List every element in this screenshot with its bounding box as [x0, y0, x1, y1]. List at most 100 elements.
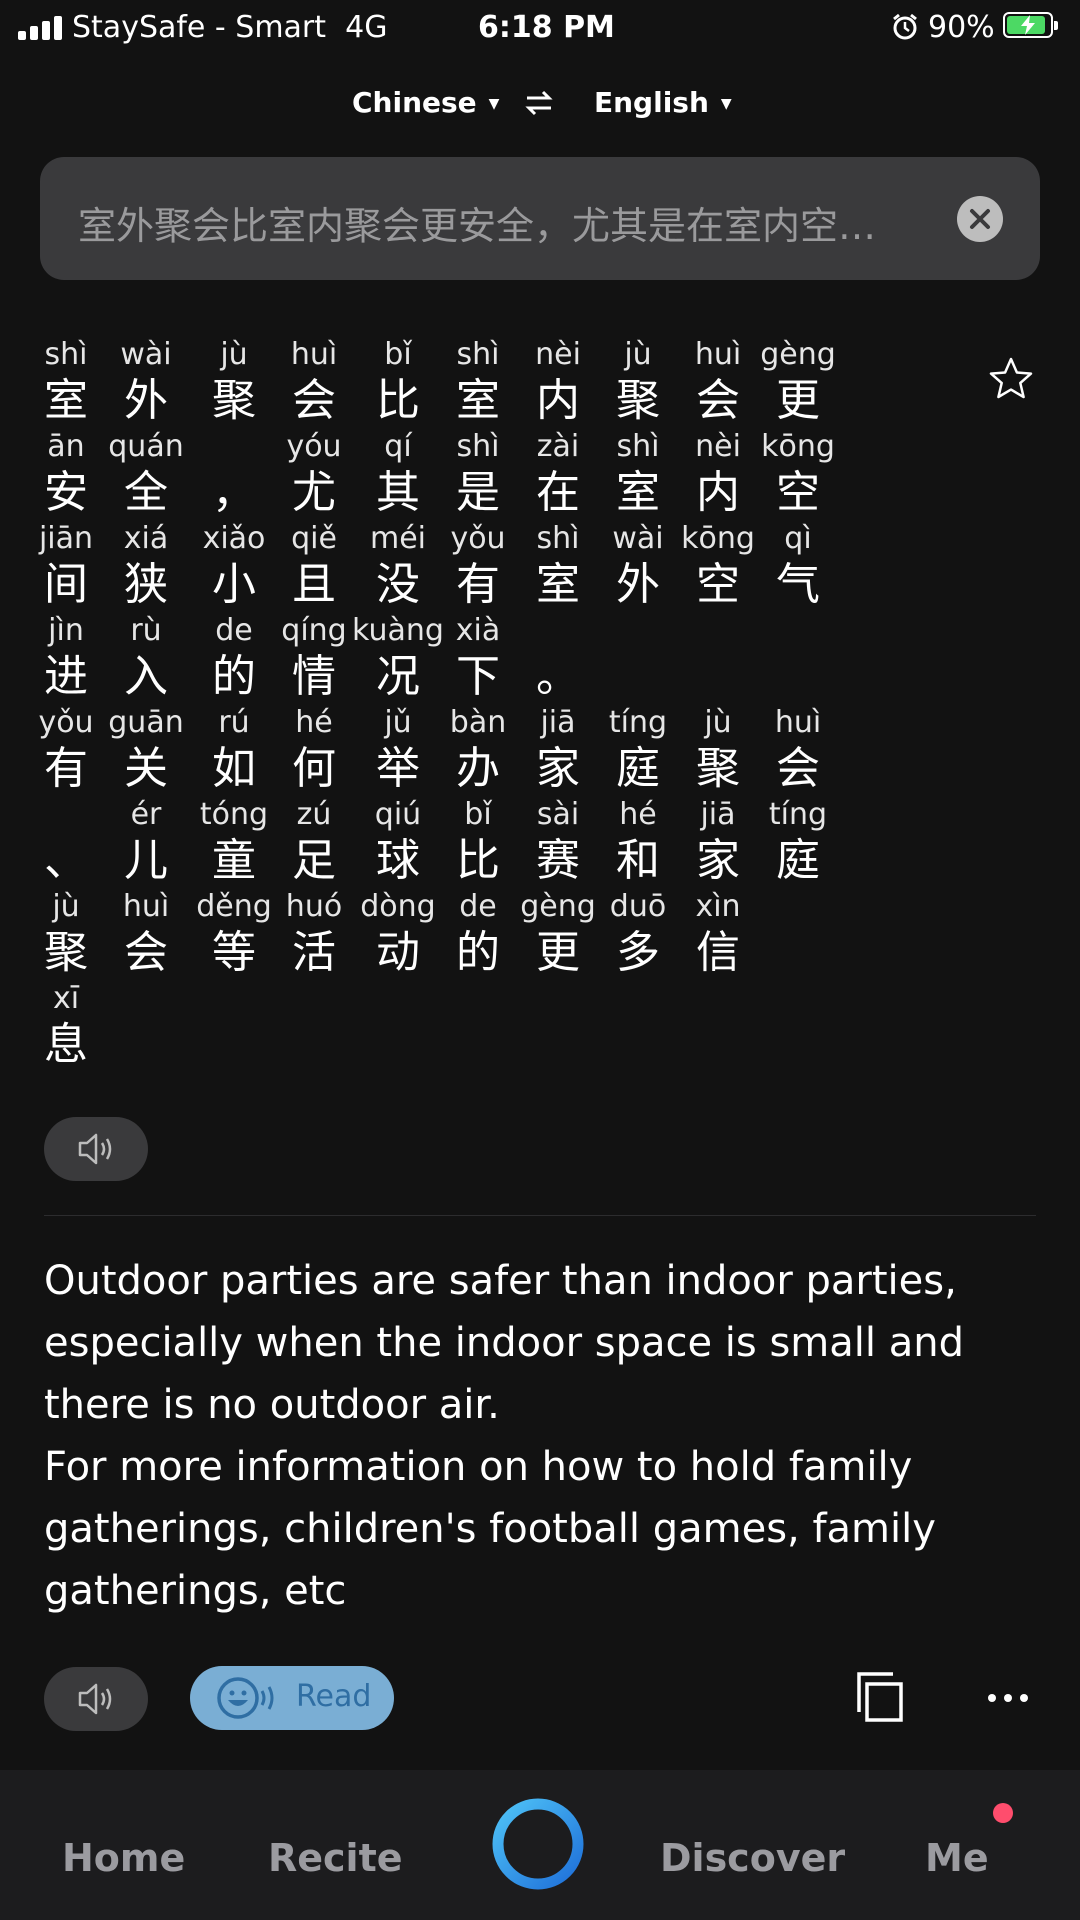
pinyin-syllable: bàn	[449, 705, 507, 740]
pinyin-syllable: shì	[456, 337, 500, 372]
tab-me[interactable]: Me	[925, 1836, 989, 1880]
pinyin-syllable: jù	[704, 705, 732, 740]
chinese-character: 更	[776, 375, 820, 426]
pinyin-syllable: bǐ	[464, 797, 492, 832]
pinyin-syllable: qí	[384, 429, 412, 464]
pinyin-line: shì 室 wài 外 jù 聚 huì 会 bǐ 比 shì 室 nèi 内 jù 聚 huì 会 gèng 更	[0, 340, 1080, 432]
pinyin-syllable: dòng	[360, 889, 436, 924]
pinyin-syllable: tóng	[199, 797, 269, 832]
pinyin-syllable: jìn	[48, 613, 84, 648]
pinyin-syllable: shì	[616, 429, 660, 464]
pinyin-syllable: jǔ	[384, 705, 412, 740]
pinyin-syllable: nèi	[695, 429, 741, 464]
pinyin-syllable: qíng	[281, 613, 347, 648]
source-language-label: Chinese	[352, 86, 477, 119]
charging-bolt-icon	[1021, 15, 1035, 35]
carrier-name: StaySafe - Smart 4G	[72, 10, 388, 45]
pinyin-line: ān 安 quán 全， yóu 尤 qí 其 shì 是 zài 在 shì 室 nèi 内 kōng 空	[0, 432, 1080, 524]
chinese-character: 童	[212, 835, 256, 886]
pinyin-syllable: shì	[456, 429, 500, 464]
pinyin-syllable: kuàng	[352, 613, 444, 648]
chinese-character: 室	[44, 375, 88, 426]
chinese-character: 。	[536, 651, 580, 702]
play-translation-audio-button[interactable]	[44, 1667, 148, 1731]
notification-badge	[993, 1803, 1013, 1823]
pinyin-syllable: wài	[120, 337, 172, 372]
chinese-character: 球	[376, 835, 420, 886]
chinese-character: 进	[44, 651, 88, 702]
pinyin-syllable: bǐ	[384, 337, 412, 372]
play-source-audio-button[interactable]	[44, 1117, 148, 1181]
chinese-character: 会	[292, 375, 336, 426]
swap-languages-icon[interactable]	[524, 88, 554, 118]
alarm-icon	[893, 13, 917, 40]
source-text-input[interactable]: 室外聚会比室内聚会更安全，尤其是在室内空…	[40, 157, 1040, 280]
chinese-character: 下	[456, 651, 500, 702]
read-aloud-button[interactable]: Read	[190, 1666, 394, 1730]
chinese-character: 且	[292, 559, 336, 610]
chinese-character: 室	[536, 559, 580, 610]
translation-result: Outdoor parties are safer than indoor pa…	[44, 1250, 1034, 1622]
translation-paragraph: Outdoor parties are safer than indoor pa…	[44, 1258, 964, 1428]
caret-down-icon: ▼	[720, 96, 732, 112]
pinyin-syllable: ér	[130, 797, 162, 832]
pinyin-syllable: jù	[52, 889, 80, 924]
voice-assistant-button[interactable]	[488, 1794, 588, 1894]
chinese-character: 入	[124, 651, 168, 702]
chinese-character: 举	[376, 743, 420, 794]
network-type: 4G	[345, 10, 388, 45]
pinyin-syllable: de	[215, 613, 253, 648]
chinese-character: 聚	[616, 375, 660, 426]
target-language-dropdown[interactable]: English ▼	[594, 86, 732, 119]
status-time: 6:18 PM	[478, 10, 615, 45]
pinyin-syllable: hé	[619, 797, 657, 832]
pinyin-line: jù 聚 huì 会 děng 等 huó 活 dòng 动 de 的 gèng 更 duō 多 xìn 信	[0, 892, 1080, 984]
pinyin-syllable: huì	[774, 705, 822, 740]
pinyin-syllable: huì	[694, 337, 742, 372]
chinese-character: 聚	[696, 743, 740, 794]
pinyin-syllable: kōng	[761, 429, 835, 464]
source-language-dropdown[interactable]: Chinese ▼	[352, 86, 499, 119]
chinese-character: 内	[696, 467, 740, 518]
caret-down-icon: ▼	[488, 96, 500, 112]
read-face-icon	[217, 1677, 274, 1719]
divider	[44, 1215, 1036, 1216]
chinese-character: 室	[616, 467, 660, 518]
more-options-icon[interactable]	[985, 1680, 1031, 1716]
pinyin-syllable: gèng	[760, 337, 836, 372]
pinyin-syllable: jù	[624, 337, 652, 372]
chinese-character: 、	[44, 835, 88, 886]
pinyin-syllable: xià	[455, 613, 501, 648]
source-text[interactable]: 室外聚会比室内聚会更安全，尤其是在室内空…	[78, 195, 948, 250]
tab-recite[interactable]: Recite	[268, 1836, 403, 1880]
pinyin-line: 、 ér 儿 tóng 童 zú 足 qiú 球 bǐ 比 sài 赛 hé 和 jiā 家 tíng 庭	[0, 800, 1080, 892]
chinese-character: 何	[292, 743, 336, 794]
chinese-character: 会	[124, 927, 168, 978]
pinyin-syllable: qiě	[291, 521, 337, 556]
pinyin-syllable: děng	[196, 889, 272, 924]
chinese-character: 空	[696, 559, 740, 610]
pinyin-syllable: nèi	[535, 337, 581, 372]
tab-discover[interactable]: Discover	[660, 1836, 845, 1880]
clear-input-button[interactable]	[957, 196, 1003, 242]
chinese-character: 家	[536, 743, 580, 794]
chinese-character: 多	[616, 927, 660, 978]
chinese-character: 尤	[292, 467, 336, 518]
translation-paragraph: For more information on how to hold fami…	[44, 1444, 936, 1614]
chinese-character: 比	[456, 835, 500, 886]
copy-icon[interactable]	[855, 1670, 905, 1724]
language-selector: Chinese ▼ English ▼	[0, 80, 1080, 130]
pinyin-syllable: yǒu	[450, 521, 506, 556]
pinyin-syllable: shì	[536, 521, 580, 556]
chinese-character: 气	[776, 559, 820, 610]
tab-home[interactable]: Home	[62, 1836, 185, 1880]
target-language-label: English	[594, 86, 709, 119]
battery-icon	[1003, 12, 1058, 38]
pinyin-syllable: huì	[290, 337, 338, 372]
chinese-character: 庭	[776, 835, 820, 886]
pinyin-syllable: tíng	[768, 797, 828, 832]
chinese-character: 足	[292, 835, 336, 886]
chinese-character: 的	[456, 927, 500, 978]
pinyin-syllable: quán	[108, 429, 184, 464]
chinese-character: 安	[44, 467, 88, 518]
